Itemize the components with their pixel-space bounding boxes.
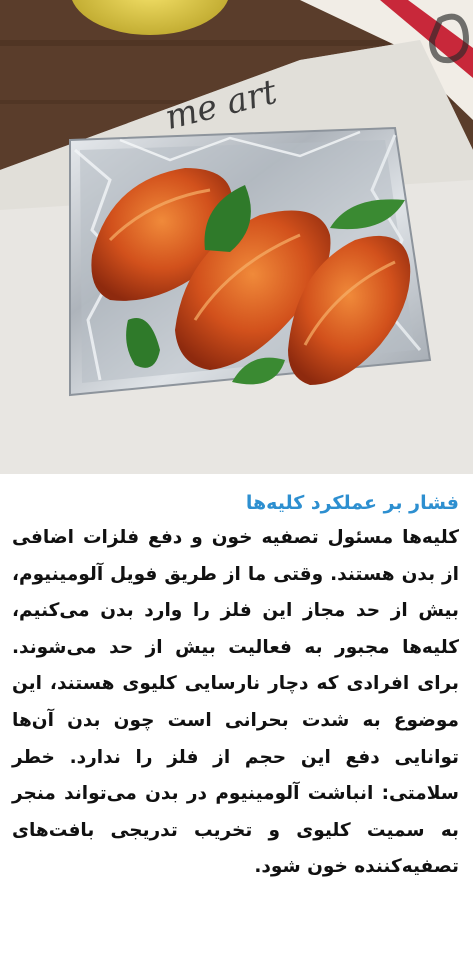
article-body: کلیه‌ها مسئول تصفیه خون و دفع فلزات اضاف… — [12, 527, 459, 878]
hero-photo: me art — [0, 0, 473, 474]
article-section: فشار بر عملکرد کلیه‌ها کلیه‌ها مسئول تصف… — [0, 474, 473, 971]
article-title: فشار بر عملکرد کلیه‌ها — [245, 492, 459, 514]
food-photo-illustration: me art — [0, 0, 473, 474]
